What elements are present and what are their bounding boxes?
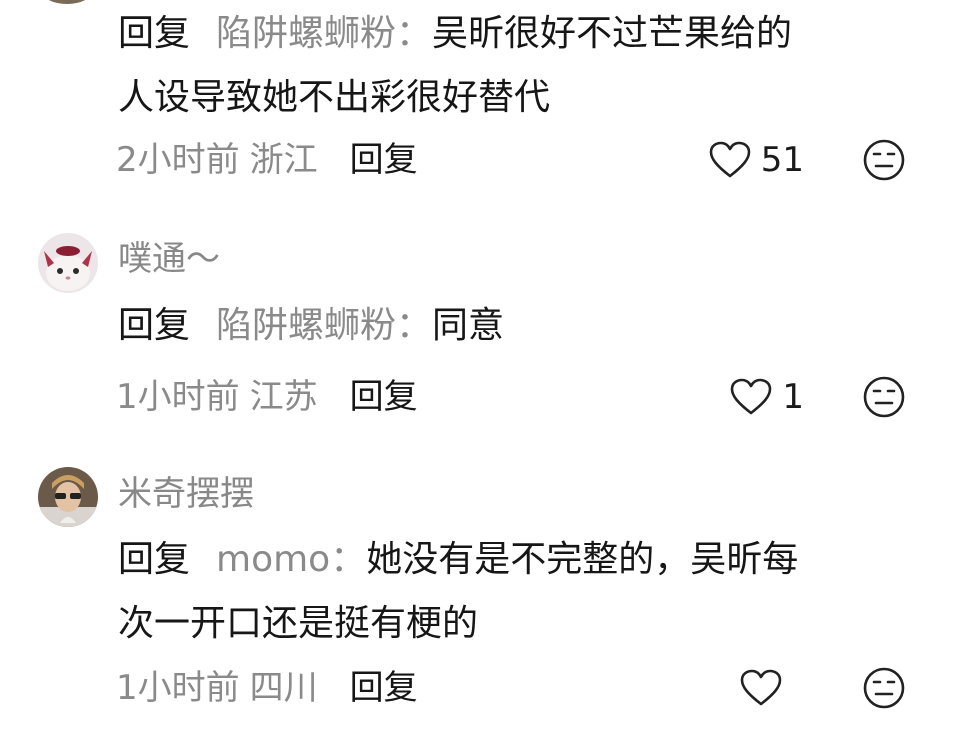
emoji-reaction-button[interactable] — [862, 375, 906, 419]
avatar[interactable] — [38, 467, 98, 527]
comment-time: 1小时前 — [116, 668, 240, 708]
comment-text-line1: 吴昕很好不过芒果给的 — [432, 13, 793, 54]
reply-label: 回复 — [118, 13, 191, 54]
reply-label: 回复 — [118, 539, 191, 580]
cat-avatar-icon — [38, 233, 98, 293]
comment-location: 浙江 — [249, 140, 318, 180]
heart-outline-icon — [731, 378, 772, 415]
heart-outline-icon — [740, 669, 782, 706]
comment-location: 江苏 — [249, 377, 318, 417]
reply-button[interactable]: 回复 — [350, 140, 418, 180]
comment-text-line1: 同意 — [432, 305, 505, 346]
like-count: 51 — [760, 140, 804, 180]
neutral-face-icon — [863, 667, 905, 709]
like-button[interactable]: 1 — [730, 375, 804, 419]
reply-label: 回复 — [118, 305, 191, 346]
emoji-reaction-button[interactable] — [862, 138, 906, 182]
colon: ： — [396, 13, 433, 54]
comment-username[interactable]: 米奇摆摆 — [118, 474, 254, 514]
avatar[interactable] — [38, 233, 98, 293]
colon: ： — [330, 539, 367, 580]
comment-meta: 1小时前 四川 回复 — [116, 666, 418, 710]
comment-username[interactable]: 噗通～ — [118, 239, 220, 279]
colon: ： — [396, 305, 433, 346]
like-count: 1 — [782, 377, 804, 417]
like-button[interactable]: 51 — [709, 138, 804, 182]
reply-target-name[interactable]: 陷阱螺蛳粉 — [216, 305, 396, 346]
comment-location: 四川 — [249, 668, 318, 708]
comment-time: 2小时前 — [116, 140, 240, 180]
comment-body: 回复 陷阱螺蛳粉：吴昕很好不过芒果给的 人设导致她不出彩很好替代 — [118, 2, 918, 130]
comment-text-line2: 人设导致她不出彩很好替代 — [118, 77, 551, 118]
comment-meta: 1小时前 江苏 回复 — [116, 375, 418, 419]
neutral-face-icon — [863, 139, 905, 181]
previous-avatar[interactable] — [42, 0, 92, 4]
reply-target-name[interactable]: momo — [216, 539, 330, 580]
person-avatar-icon — [38, 467, 98, 527]
comment-text-line1: 她没有是不完整的，吴昕每 — [366, 539, 799, 580]
reply-button[interactable]: 回复 — [350, 377, 418, 417]
comment-text-line2: 次一开口还是挺有梗的 — [118, 603, 479, 644]
comment-body: 回复 momo：她没有是不完整的，吴昕每 次一开口还是挺有梗的 — [118, 528, 918, 656]
reply-button[interactable]: 回复 — [350, 668, 418, 708]
comment-meta: 2小时前 浙江 回复 — [116, 138, 418, 182]
comment-time: 1小时前 — [116, 377, 240, 417]
comment-body: 回复 陷阱螺蛳粉：同意 — [118, 294, 918, 358]
heart-outline-icon — [709, 141, 751, 178]
like-button[interactable] — [740, 666, 782, 710]
emoji-reaction-button[interactable] — [862, 666, 906, 710]
reply-target-name[interactable]: 陷阱螺蛳粉 — [216, 13, 396, 54]
neutral-face-icon — [863, 376, 905, 418]
